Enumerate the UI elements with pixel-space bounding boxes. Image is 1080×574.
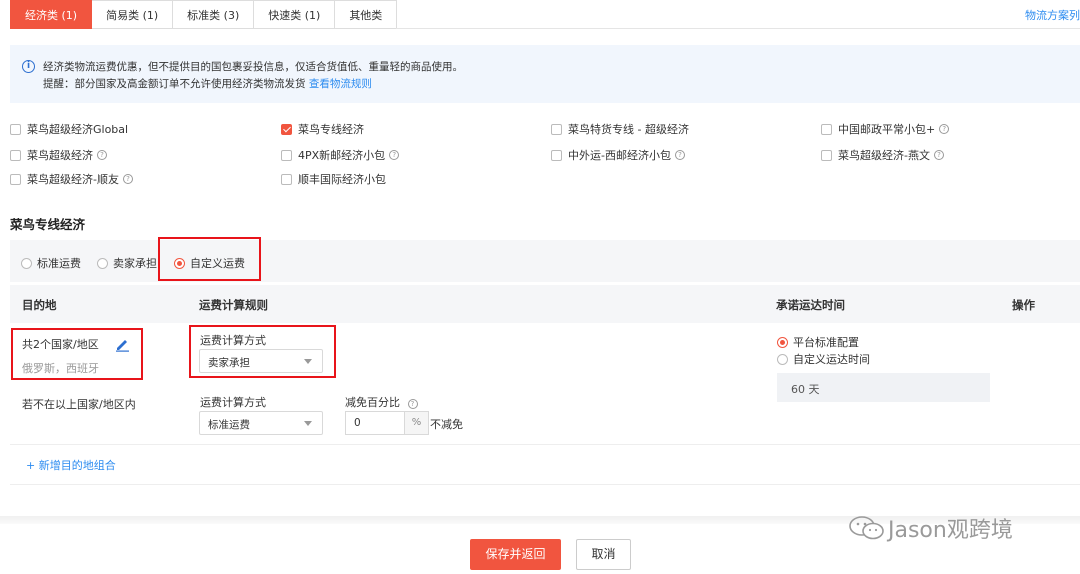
watermark: Jason观跨境 xyxy=(848,512,1013,544)
chevron-down-icon xyxy=(304,421,312,426)
info-notice: i 经济类物流运费优惠，但不提供目的国包裹妥投信息，仅适合货值低、重量轻的商品使… xyxy=(10,45,1080,103)
radio[interactable] xyxy=(97,257,108,269)
highlight-box xyxy=(11,328,143,380)
tab-other[interactable]: 其他类 xyxy=(335,0,398,29)
checkbox[interactable] xyxy=(281,173,292,185)
cancel-button[interactable]: 取消 xyxy=(576,539,631,570)
highlight-box xyxy=(158,237,261,281)
logistics-plan-link[interactable]: 物流方案列 xyxy=(1025,7,1080,23)
category-tabs: 经济类 (1) 简易类 (1) 标准类 (3) 快速类 (1) 其他类 xyxy=(10,0,398,29)
delivery-option-label: 自定义运达时间 xyxy=(793,353,870,366)
radio[interactable] xyxy=(21,257,32,269)
carrier-label: 菜鸟超级经济-顺友 xyxy=(27,173,119,186)
logistics-rules-link[interactable]: 查看物流规则 xyxy=(309,78,372,90)
help-icon[interactable]: ? xyxy=(122,174,133,184)
help-icon[interactable]: ? xyxy=(389,150,400,160)
carrier-option[interactable]: 中国邮政平常小包+ ? xyxy=(821,121,950,137)
radio[interactable] xyxy=(777,353,788,365)
fee-option-label: 卖家承担 xyxy=(113,257,157,270)
carrier-option[interactable]: 菜鸟特货专线 - 超级经济 xyxy=(551,121,689,137)
tab-standard[interactable]: 标准类 (3) xyxy=(173,0,255,29)
select-value: 标准运费 xyxy=(208,419,250,431)
help-icon[interactable]: ? xyxy=(939,124,950,134)
carrier-option[interactable]: 顺丰国际经济小包 xyxy=(281,171,386,187)
tab-simple[interactable]: 简易类 (1) xyxy=(92,0,174,29)
tabs-divider xyxy=(396,28,1080,29)
carrier-option[interactable]: 菜鸟专线经济 xyxy=(281,121,364,137)
carrier-option[interactable]: 菜鸟超级经济-顺友 ? xyxy=(10,171,133,187)
info-text-line2: 提醒：部分国家及高金额订单不允许使用经济类物流发货 查看物流规则 xyxy=(43,76,372,91)
calc-method-label: 运费计算方式 xyxy=(200,396,266,409)
carrier-option[interactable]: 菜鸟超级经济Global xyxy=(10,121,128,137)
checkbox[interactable] xyxy=(10,123,21,135)
fee-option-standard[interactable]: 标准运费 xyxy=(21,255,81,271)
checkbox-checked[interactable] xyxy=(281,123,292,135)
col-destination: 目的地 xyxy=(22,298,57,312)
checkbox[interactable] xyxy=(821,149,832,161)
other-destinations: 若不在以上国家/地区内 xyxy=(22,398,136,411)
section-title: 菜鸟专线经济 xyxy=(10,217,86,232)
carrier-label: 4PX新邮经济小包 xyxy=(298,149,386,162)
col-delivery-time: 承诺运达时间 xyxy=(776,298,845,312)
tab-economy[interactable]: 经济类 (1) xyxy=(10,0,93,29)
save-and-return-button[interactable]: 保存并返回 xyxy=(470,539,561,570)
carrier-label: 菜鸟超级经济-燕文 xyxy=(838,149,930,162)
row-divider xyxy=(10,484,1080,485)
help-icon[interactable]: ? xyxy=(97,150,107,160)
carrier-label: 菜鸟特货专线 - 超级经济 xyxy=(568,123,689,136)
table-header: 目的地 运费计算规则 承诺运达时间 操作 xyxy=(10,285,1080,323)
fee-option-seller[interactable]: 卖家承担 xyxy=(97,255,157,271)
checkbox[interactable] xyxy=(551,123,562,135)
delivery-days-field: 60 天 xyxy=(777,373,990,402)
carrier-label: 中外运-西邮经济小包 xyxy=(568,149,671,162)
carrier-option[interactable]: 中外运-西邮经济小包 ? xyxy=(551,147,685,163)
discount-note: 不减免 xyxy=(430,418,463,431)
delivery-days-value: 60 天 xyxy=(791,383,820,396)
row-divider xyxy=(10,444,1080,445)
checkbox[interactable] xyxy=(821,123,832,135)
info-icon: i xyxy=(22,60,35,73)
watermark-text: Jason观跨境 xyxy=(888,518,1013,543)
carrier-label: 菜鸟超级经济Global xyxy=(27,123,129,136)
info-reminder: 提醒：部分国家及高金额订单不允许使用经济类物流发货 xyxy=(43,78,306,90)
carrier-label: 中国邮政平常小包+ xyxy=(838,123,936,136)
discount-label-text: 减免百分比 xyxy=(345,396,400,409)
checkbox[interactable] xyxy=(10,173,21,185)
highlight-box xyxy=(189,325,336,378)
checkbox[interactable] xyxy=(10,149,21,161)
delivery-option-label: 平台标准配置 xyxy=(793,336,859,349)
carrier-label: 顺丰国际经济小包 xyxy=(298,173,386,186)
carrier-option[interactable]: 菜鸟超级经济 ? xyxy=(10,147,107,163)
calc-method-select[interactable]: 标准运费 xyxy=(199,411,323,435)
percent-unit: % xyxy=(404,412,428,434)
info-text-line1: 经济类物流运费优惠，但不提供目的国包裹妥投信息，仅适合货值低、重量轻的商品使用。 xyxy=(43,61,463,73)
checkbox[interactable] xyxy=(281,149,292,161)
col-fee-rule: 运费计算规则 xyxy=(199,298,268,312)
discount-value: 0 xyxy=(354,417,361,429)
discount-input[interactable]: 0 % xyxy=(345,411,429,435)
checkbox[interactable] xyxy=(551,149,562,161)
fee-option-label: 标准运费 xyxy=(37,257,81,270)
help-icon[interactable]: ? xyxy=(674,150,685,160)
col-operations: 操作 xyxy=(1012,298,1035,312)
carrier-label: 菜鸟超级经济 xyxy=(27,149,93,162)
delivery-option-custom[interactable]: 自定义运达时间 xyxy=(777,351,870,367)
discount-label: 减免百分比 ? xyxy=(345,394,418,410)
help-icon[interactable]: ? xyxy=(933,150,944,160)
delivery-option-platform[interactable]: 平台标准配置 xyxy=(777,334,859,350)
wechat-icon xyxy=(849,516,884,540)
carrier-option[interactable]: 4PX新邮经济小包 ? xyxy=(281,147,400,163)
tab-express[interactable]: 快速类 (1) xyxy=(254,0,336,29)
carrier-label: 菜鸟专线经济 xyxy=(298,123,364,136)
add-destination-group-link[interactable]: + 新增目的地组合 xyxy=(26,457,116,473)
carrier-option[interactable]: 菜鸟超级经济-燕文 ? xyxy=(821,147,944,163)
help-icon[interactable]: ? xyxy=(407,399,418,409)
radio-selected[interactable] xyxy=(777,336,788,348)
